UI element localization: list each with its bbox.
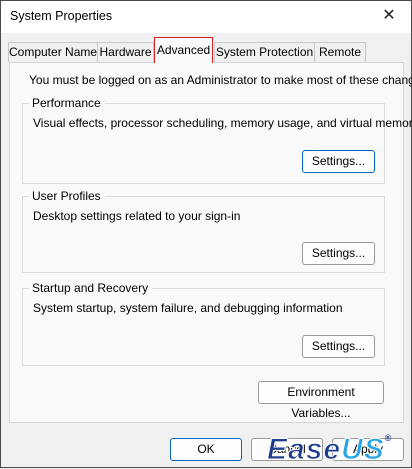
- ok-button[interactable]: OK: [170, 438, 242, 461]
- startup-recovery-group: Startup and Recovery System startup, sys…: [22, 281, 385, 366]
- admin-notice: You must be logged on as an Administrato…: [29, 73, 412, 87]
- performance-group: Performance Visual effects, processor sc…: [22, 96, 412, 184]
- easeus-watermark-logo: EaseUS®: [266, 433, 393, 469]
- logo-registered-mark: ®: [384, 433, 393, 443]
- user-profiles-group: User Profiles Desktop settings related t…: [22, 189, 385, 273]
- environment-variables-button[interactable]: Environment Variables...: [258, 381, 384, 420]
- tab-system-protection[interactable]: System Protection: [214, 42, 315, 62]
- tab-hardware[interactable]: Hardware: [97, 42, 154, 62]
- startup-recovery-title: Startup and Recovery: [29, 281, 153, 295]
- title-bar[interactable]: System Properties ✕: [1, 1, 411, 33]
- startup-recovery-description: System startup, system failure, and debu…: [33, 301, 343, 315]
- tab-computer-name[interactable]: Computer Name: [8, 42, 98, 62]
- performance-title: Performance: [29, 96, 105, 110]
- startup-recovery-settings-button[interactable]: Settings...: [302, 335, 375, 358]
- close-icon[interactable]: ✕: [379, 5, 399, 27]
- logo-text-ease: Ease: [266, 433, 342, 467]
- tab-remote[interactable]: Remote: [314, 42, 366, 62]
- tab-advanced[interactable]: Advanced: [154, 37, 213, 63]
- performance-settings-button[interactable]: Settings...: [302, 150, 375, 173]
- user-profiles-description: Desktop settings related to your sign-in: [33, 209, 241, 223]
- user-profiles-settings-button[interactable]: Settings...: [302, 242, 375, 265]
- logo-text-us: US: [341, 433, 385, 467]
- system-properties-window: System Properties ✕ Computer Name Hardwa…: [0, 0, 412, 468]
- user-profiles-title: User Profiles: [29, 189, 105, 203]
- performance-description: Visual effects, processor scheduling, me…: [33, 116, 412, 130]
- window-title: System Properties: [10, 9, 113, 23]
